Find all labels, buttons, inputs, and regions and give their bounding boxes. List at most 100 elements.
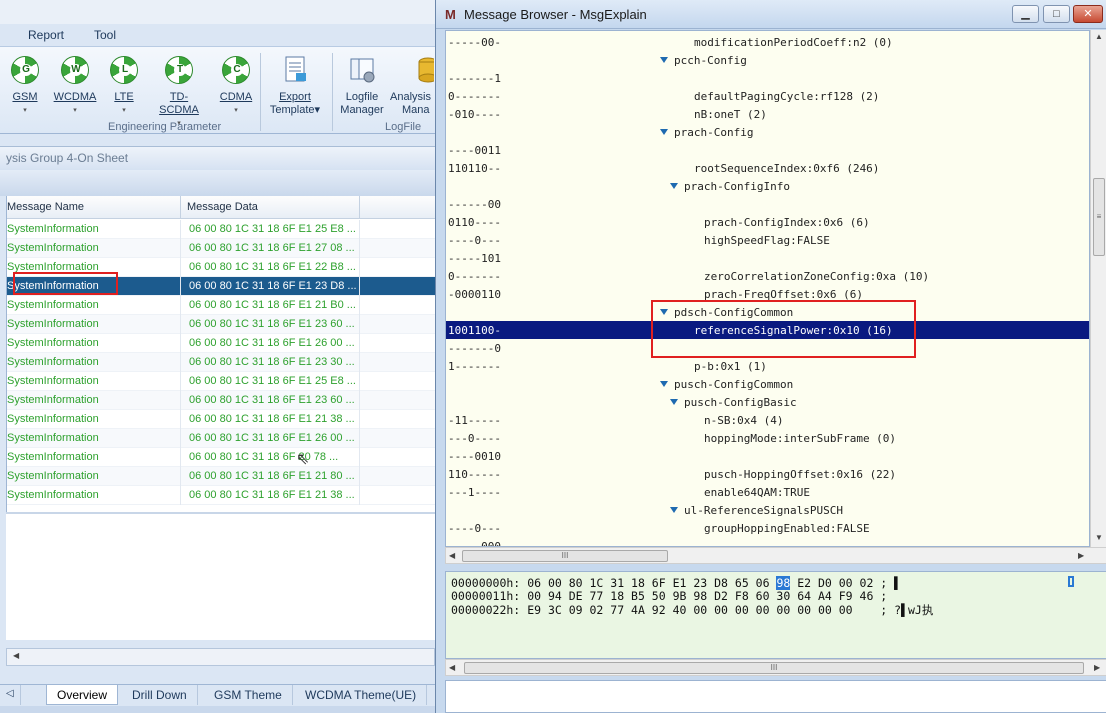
message-grid[interactable]: Message Name Message Data SystemInformat… <box>6 196 435 512</box>
horizontal-scrollbar[interactable]: ◀ <box>6 648 435 666</box>
message-name-cell: SystemInformation <box>7 489 99 501</box>
expand-triangle-icon[interactable] <box>670 399 678 405</box>
tree-field[interactable]: -----000 <box>446 537 1089 546</box>
scroll-thumb[interactable]: ≡ <box>1093 178 1105 256</box>
table-row[interactable]: SystemInformation 06 00 80 1C 31 18 6F E1… <box>7 429 435 448</box>
expand-triangle-icon[interactable] <box>670 507 678 513</box>
cell-divider <box>180 410 181 429</box>
tree-field[interactable]: ---0---- hoppingMode:interSubFrame (0) <box>446 429 1089 447</box>
selected-byte[interactable]: 98 <box>776 576 791 590</box>
tree-field[interactable]: 0------- defaultPagingCycle:rf128 (2) <box>446 87 1089 105</box>
tree-field[interactable]: 110----- pusch-HoppingOffset:0x16 (22) <box>446 465 1089 483</box>
maximize-button[interactable]: □ <box>1043 5 1070 23</box>
scroll-right-icon[interactable]: ▶ <box>1078 551 1084 560</box>
scroll-down-icon[interactable]: ▼ <box>1095 533 1103 542</box>
tree-node[interactable]: ul-ReferenceSignalsPUSCH <box>446 501 1089 519</box>
message-decode-tree[interactable]: -----00- modificationPeriodCoeff:n2 (0) pc… <box>445 30 1090 547</box>
message-name-cell: SystemInformation <box>7 375 99 387</box>
scroll-up-icon[interactable]: ▲ <box>1095 32 1103 41</box>
database-icon <box>416 55 434 85</box>
scroll-right-icon[interactable]: ▶ <box>1094 663 1100 672</box>
tree-field[interactable]: -------1 <box>446 69 1089 87</box>
minimize-button[interactable]: ▁ <box>1012 5 1039 23</box>
message-name-cell: SystemInformation <box>7 318 99 330</box>
tree-field[interactable]: -----00- modificationPeriodCoeff:n2 (0) <box>446 33 1089 51</box>
hex-bytes: 00 94 DE 77 18 B5 50 9B 98 D2 F8 60 30 6… <box>527 589 888 603</box>
horizontal-scrollbar[interactable]: ◀ III ▶ <box>445 547 1106 564</box>
logfile-manager-button[interactable]: Logfile Manager <box>336 55 388 117</box>
table-row[interactable]: SystemInformation 06 00 80 1C 31 18 6F E1… <box>7 391 435 410</box>
table-row[interactable]: SystemInformation 06 00 80 1C 31 18 6F E1… <box>7 372 435 391</box>
tree-field[interactable]: 1------- p-b:0x1 (1) <box>446 357 1089 375</box>
scroll-thumb[interactable]: III <box>462 550 668 562</box>
table-row[interactable]: SystemInformation 06 00 80 1C 31 18 6F E1… <box>7 315 435 334</box>
tree-field[interactable]: ----0--- groupHoppingEnabled:FALSE <box>446 519 1089 537</box>
tree-field[interactable]: ------00 <box>446 195 1089 213</box>
tree-field[interactable]: ----0011 <box>446 141 1089 159</box>
menu-tool[interactable]: Tool <box>94 28 116 42</box>
message-data-cell: 06 00 80 1C 31 18 6F E1 26 00 ... <box>189 337 355 349</box>
tab-overview[interactable]: Overview <box>46 685 119 705</box>
table-row[interactable]: SystemInformation 06 00 80 1C 31 18 6F E1… <box>7 220 435 239</box>
expand-triangle-icon[interactable] <box>660 129 668 135</box>
vertical-scrollbar[interactable]: ▲ ≡ ▼ <box>1090 30 1106 547</box>
tree-node[interactable]: pusch-ConfigBasic <box>446 393 1089 411</box>
menu-report[interactable]: Report <box>28 28 64 42</box>
tab-scroll-left-icon[interactable]: ◁ <box>0 685 21 705</box>
table-row[interactable]: SystemInformation 06 00 80 1C 31 18 6F E1… <box>7 467 435 486</box>
tree-field[interactable]: 0110---- prach-ConfigIndex:0x6 (6) <box>446 213 1089 231</box>
scroll-left-icon[interactable]: ◀ <box>449 663 455 672</box>
tree-node[interactable]: pusch-ConfigCommon <box>446 375 1089 393</box>
hex-dump[interactable]: 00000000h: 06 00 80 1C 31 18 6F E1 23 D8… <box>445 571 1106 659</box>
analysis-manager-button[interactable]: Analysis Mana <box>388 55 434 117</box>
export-template-button[interactable]: Export Template▾ <box>266 55 324 117</box>
tree-field[interactable]: ----0--- highSpeedFlag:FALSE <box>446 231 1089 249</box>
expand-triangle-icon[interactable] <box>660 381 668 387</box>
td-scdma-button[interactable]: T TD-SCDMA ▾ <box>150 55 208 130</box>
tree-field[interactable]: -11----- n-SB:0x4 (4) <box>446 411 1089 429</box>
table-row[interactable]: SystemInformation 06 00 80 1C 31 18 6F E1… <box>7 239 435 258</box>
column-header-message-name[interactable]: Message Name <box>7 201 84 213</box>
title-bar[interactable]: M Message Browser - MsgExplain ▁ □ ✕ <box>436 0 1106 29</box>
wcdma-button[interactable]: W WCDMA ▾ <box>52 55 98 117</box>
table-row[interactable]: SystemInformation 06 00 80 1C 31 18 6F E1… <box>7 334 435 353</box>
cell-divider <box>180 334 181 353</box>
field-label: hoppingMode:interSubFrame (0) <box>704 432 897 445</box>
table-row[interactable]: SystemInformation 06 00 80 1C 31 18 6F 20… <box>7 448 435 467</box>
tree-field[interactable]: -----101 <box>446 249 1089 267</box>
table-row[interactable]: SystemInformation 06 00 80 1C 31 18 6F E1… <box>7 486 435 505</box>
tree-node[interactable]: prach-Config <box>446 123 1089 141</box>
tree-field[interactable]: 110110-- rootSequenceIndex:0xf6 (246) <box>446 159 1089 177</box>
tree-field[interactable]: ---1---- enable64QAM:TRUE <box>446 483 1089 501</box>
expand-triangle-icon[interactable] <box>670 183 678 189</box>
lte-button[interactable]: L LTE ▾ <box>108 55 140 117</box>
table-row[interactable]: SystemInformation 06 00 80 1C 31 18 6F E1… <box>7 410 435 429</box>
expand-triangle-icon[interactable] <box>660 57 668 63</box>
cdma-button[interactable]: C CDMA ▾ <box>218 55 254 117</box>
tree-node[interactable]: prach-ConfigInfo <box>446 177 1089 195</box>
table-row[interactable]: SystemInformation 06 00 80 1C 31 18 6F E1… <box>7 353 435 372</box>
cell-divider <box>180 467 181 486</box>
cell-divider <box>359 467 360 486</box>
horizontal-scrollbar[interactable]: ◀ III ▶ <box>445 659 1106 676</box>
tree-field[interactable]: ----0010 <box>446 447 1089 465</box>
table-row[interactable]: SystemInformation 06 00 80 1C 31 18 6F E1… <box>7 296 435 315</box>
app-logo-icon: M <box>445 7 456 22</box>
column-header-message-data[interactable]: Message Data <box>187 201 258 213</box>
close-button[interactable]: ✕ <box>1073 5 1103 23</box>
message-name-cell: SystemInformation <box>7 223 99 235</box>
tree-field[interactable]: 0------- zeroCorrelationZoneConfig:0xa (1… <box>446 267 1089 285</box>
scroll-left-icon[interactable]: ◀ <box>13 651 19 660</box>
tab-wcdma-theme[interactable]: WCDMA Theme(UE) <box>295 685 428 705</box>
bit-pattern: 1001100- <box>448 324 501 337</box>
gsm-button[interactable]: G GSM ▾ <box>8 55 42 117</box>
tab-gsm-theme[interactable]: GSM Theme <box>204 685 293 705</box>
mouse-cursor-icon: ⇖ <box>296 451 310 468</box>
scroll-left-icon[interactable]: ◀ <box>449 551 455 560</box>
message-name-cell: SystemInformation <box>7 451 99 463</box>
tree-node[interactable]: pcch-Config <box>446 51 1089 69</box>
tree-field[interactable]: -010---- nB:oneT (2) <box>446 105 1089 123</box>
scroll-thumb[interactable]: III <box>464 662 1084 674</box>
tab-drill-down[interactable]: Drill Down <box>122 685 198 705</box>
grid-header: Message Name Message Data <box>7 196 435 219</box>
